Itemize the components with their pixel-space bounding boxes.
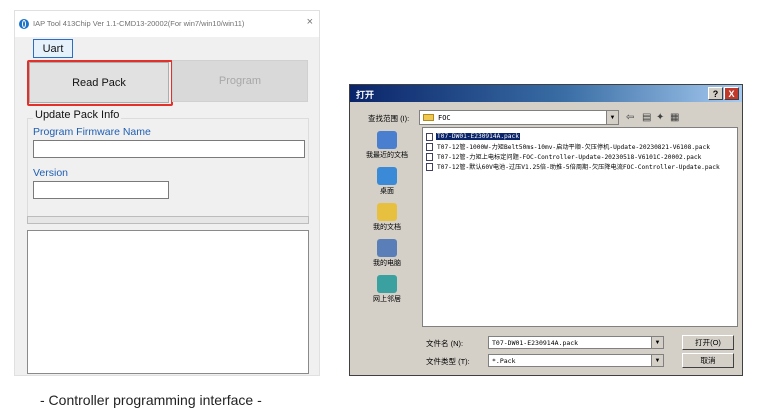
- version-label: Version: [33, 167, 69, 179]
- place-label: 网上邻居: [373, 296, 401, 303]
- file-name: T07-12管-力矩上电标定问题-FOC-Controller-Update-2…: [437, 154, 702, 161]
- place-desktop[interactable]: 桌面: [356, 167, 418, 196]
- place-label: 我的电脑: [373, 260, 401, 267]
- filename-field[interactable]: T07-DW01-E230914A.pack ▼: [488, 336, 664, 349]
- iap-titlebar: IAP Tool 413Chip Ver 1.1-CMD13-20002(For…: [15, 11, 319, 37]
- group-title: Update Pack Info: [33, 109, 122, 121]
- new-folder-icon[interactable]: ✦: [656, 112, 664, 123]
- place-my-documents[interactable]: 我的文档: [356, 203, 418, 232]
- back-icon[interactable]: ⇦: [626, 112, 634, 123]
- help-icon[interactable]: ?: [708, 87, 723, 100]
- file-icon: [426, 162, 433, 171]
- file-icon: [426, 132, 433, 141]
- file-item[interactable]: T07-12管-默认60V电池-过压V1.25倍-助推-5倍周期-欠压降电流FO…: [426, 162, 721, 171]
- my-computer-icon: [377, 239, 397, 257]
- place-network[interactable]: 网上邻居: [356, 275, 418, 304]
- chevron-down-icon[interactable]: ▼: [606, 111, 618, 124]
- version-field[interactable]: [33, 181, 169, 199]
- file-name: T07-12管-1000W-力矩Belt50ms-10mv-启动平顺-欠压停机-…: [437, 144, 710, 151]
- chevron-down-icon[interactable]: ▼: [651, 337, 663, 348]
- places-bar: 我最近的文档 桌面 我的文档 我的电脑 网上邻居: [356, 127, 418, 327]
- filetype-label: 文件类型 (T):: [426, 357, 470, 366]
- program-button[interactable]: Program: [172, 60, 308, 102]
- progress-bar: [27, 216, 309, 224]
- app-logo-icon: [19, 19, 29, 29]
- file-icon: [426, 142, 433, 151]
- look-in-value: FOC: [438, 114, 451, 122]
- open-button[interactable]: 打开(O): [682, 335, 734, 350]
- close-icon[interactable]: X: [724, 87, 739, 100]
- place-label: 桌面: [380, 188, 394, 195]
- dialog-titlebar: 打开 ? X: [350, 85, 742, 102]
- iap-tool-window: IAP Tool 413Chip Ver 1.1-CMD13-20002(For…: [14, 10, 320, 376]
- firmware-name-label: Program Firmware Name: [33, 126, 151, 138]
- dialog-title: 打开: [356, 90, 375, 100]
- uart-tab[interactable]: Uart: [33, 39, 73, 58]
- look-in-combo[interactable]: FOC ▼: [419, 110, 619, 125]
- folder-icon: [423, 114, 434, 121]
- chevron-down-icon[interactable]: ▼: [651, 355, 663, 366]
- my-documents-icon: [377, 203, 397, 221]
- filetype-combo[interactable]: *.Pack ▼: [488, 354, 664, 367]
- file-item[interactable]: T07-12管-力矩上电标定问题-FOC-Controller-Update-2…: [426, 152, 702, 161]
- close-icon[interactable]: ×: [307, 16, 313, 28]
- file-list[interactable]: T07-DW01-E230914A.pack T07-12管-1000W-力矩B…: [422, 127, 738, 327]
- file-item[interactable]: T07-12管-1000W-力矩Belt50ms-10mv-启动平顺-欠压停机-…: [426, 142, 711, 151]
- view-menu-icon[interactable]: ▦: [670, 112, 679, 123]
- look-in-label: 查找范围 (I):: [368, 114, 410, 123]
- iap-window-title: IAP Tool 413Chip Ver 1.1-CMD13-20002(For…: [33, 19, 245, 28]
- figure-caption: - Controller programming interface -: [40, 392, 262, 408]
- up-folder-icon[interactable]: ▤: [642, 112, 651, 123]
- place-recent[interactable]: 我最近的文档: [356, 131, 418, 160]
- open-file-dialog: 打开 ? X 查找范围 (I): FOC ▼ ⇦ ▤ ✦ ▦ 我最近的文档 桌面…: [349, 84, 743, 376]
- place-label: 我的文档: [373, 224, 401, 231]
- cancel-button[interactable]: 取消: [682, 353, 734, 368]
- file-item[interactable]: T07-DW01-E230914A.pack: [426, 132, 520, 141]
- place-label: 我最近的文档: [366, 152, 408, 159]
- place-my-computer[interactable]: 我的电脑: [356, 239, 418, 268]
- filetype-value: *.Pack: [492, 357, 516, 365]
- filename-value: T07-DW01-E230914A.pack: [492, 339, 579, 347]
- recent-documents-icon: [377, 131, 397, 149]
- file-name: T07-DW01-E230914A.pack: [436, 133, 520, 140]
- network-icon: [377, 275, 397, 293]
- file-name: T07-12管-默认60V电池-过压V1.25倍-助推-5倍周期-欠压降电流FO…: [437, 164, 720, 171]
- log-output-box[interactable]: [27, 230, 309, 374]
- file-icon: [426, 152, 433, 161]
- read-pack-button[interactable]: Read Pack: [29, 62, 169, 103]
- filename-label: 文件名 (N):: [426, 339, 464, 348]
- desktop-icon: [377, 167, 397, 185]
- firmware-name-field[interactable]: [33, 140, 305, 158]
